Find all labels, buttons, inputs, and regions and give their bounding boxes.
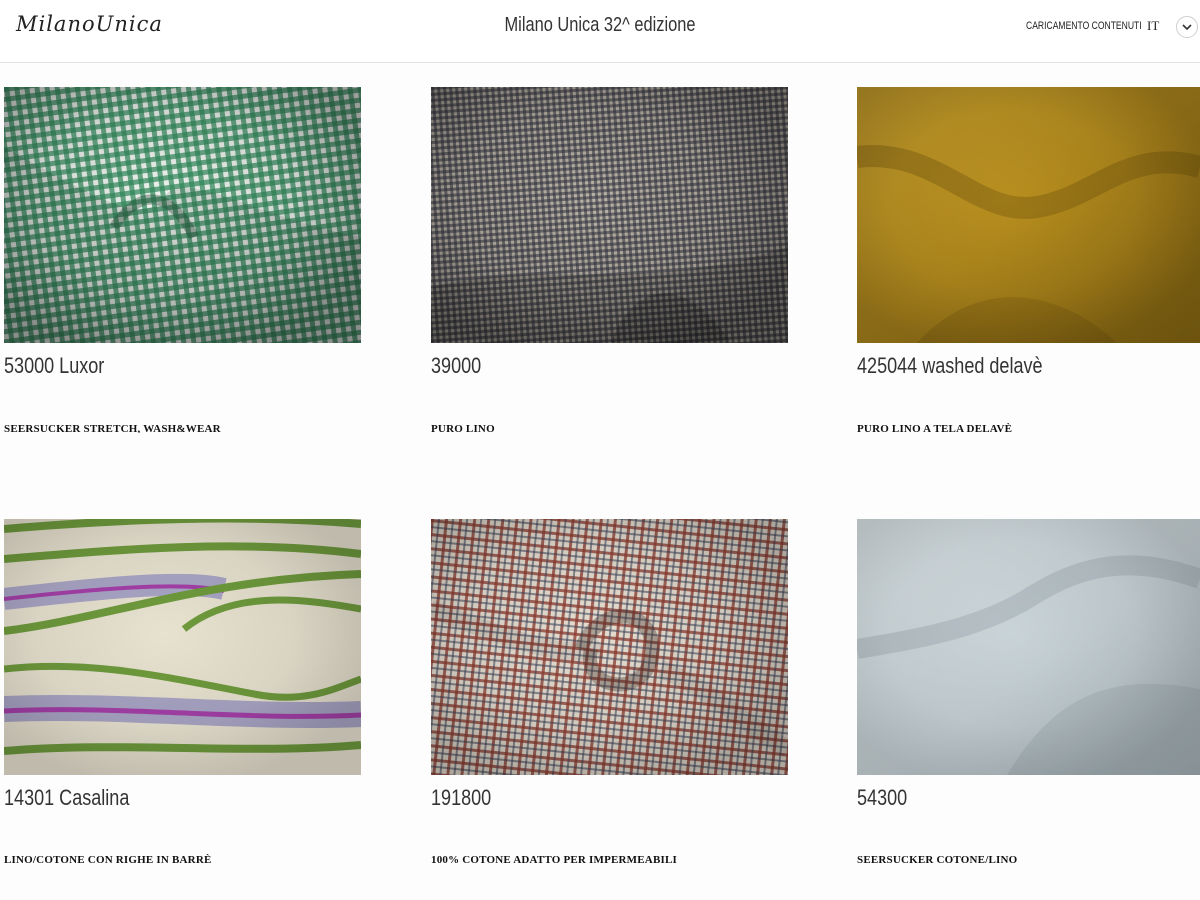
product-card[interactable]: 54300 SEERSUCKER COTONE/LINO [857,519,1200,866]
fabric-swatch-image[interactable] [4,87,361,343]
product-description: LINO/COTONE CON RIGHE IN BARRÈ [4,854,212,866]
language-toggle-button[interactable] [1176,16,1198,38]
product-card[interactable]: 53000 Luxor SEERSUCKER STRETCH, WASH&WEA… [4,87,361,433]
product-description: 100% COTONE ADATTO PER IMPERMEABILI [431,854,677,866]
product-code[interactable]: 425044 washed delavè [857,353,1043,379]
product-code[interactable]: 39000 [431,353,481,379]
product-card[interactable]: 425044 washed delavè PURO LINO A TELA DE… [857,87,1200,433]
product-code[interactable]: 14301 Casalina [4,785,129,811]
top-bar: MilanoUnica Milano Unica 32^ edizione Ca… [0,0,1200,63]
product-card[interactable]: 14301 Casalina LINO/COTONE CON RIGHE IN … [4,519,361,866]
fabric-swatch-image[interactable] [857,519,1200,775]
fabric-swatch-image[interactable] [857,87,1200,343]
chevron-down-icon [1182,23,1192,30]
product-card[interactable]: 191800 100% COTONE ADATTO PER IMPERMEABI… [431,519,788,866]
product-description: SEERSUCKER STRETCH, WASH&WEAR [4,423,221,433]
caricamento-contenuti-link[interactable]: Caricamento contenuti [1026,20,1142,32]
product-description: PURO LINO [431,423,495,433]
fabric-swatch-image[interactable] [431,519,788,775]
page-title: Milano Unica 32^ edizione [504,14,696,36]
product-code[interactable]: 53000 Luxor [4,353,104,379]
product-description: SEERSUCKER COTONE/LINO [857,854,1018,866]
language-label[interactable]: IT [1147,18,1159,34]
fabric-swatch-image[interactable] [431,87,788,343]
product-card[interactable]: 39000 PURO LINO [431,87,788,433]
product-code[interactable]: 191800 [431,785,491,811]
product-description: PURO LINO A TELA DELAVÈ [857,423,1013,433]
fabric-swatch-image[interactable] [4,519,361,775]
product-code[interactable]: 54300 [857,785,907,811]
